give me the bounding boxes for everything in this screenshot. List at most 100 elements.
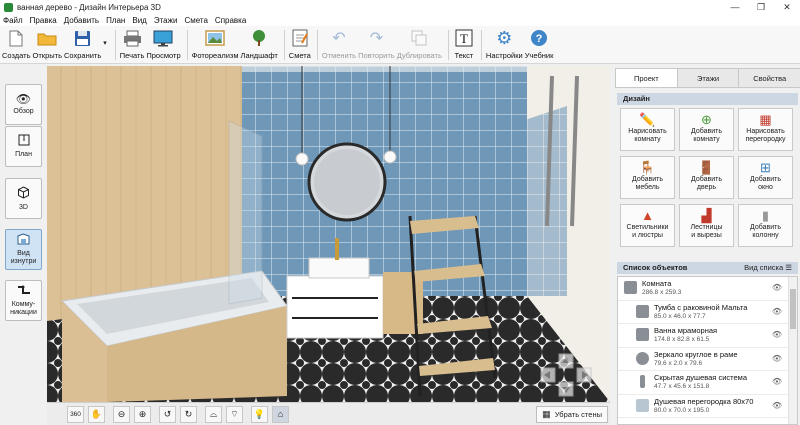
visibility-eye-icon[interactable]: 👁 <box>772 330 782 339</box>
photorealism-button[interactable]: Фотореализм <box>192 26 239 60</box>
close-button[interactable]: ✕ <box>774 2 800 13</box>
estimate-button[interactable]: Смета <box>289 26 311 60</box>
menu-floors[interactable]: Этажи <box>154 16 178 25</box>
draw-partition-label-2: перегородку <box>745 136 786 143</box>
add-window-label-1: Добавить <box>750 176 781 183</box>
zoom-in-button[interactable]: ⊕ <box>134 405 151 423</box>
app-logo-icon <box>4 2 13 12</box>
object-dimensions: 174.8 x 82.8 x 61.5 <box>654 336 710 343</box>
menu-file[interactable]: Файл <box>3 16 23 25</box>
draw-room-label-1: Нарисовать <box>628 128 667 135</box>
add-furniture-button[interactable]: 🪑 Добавить мебель <box>620 156 675 199</box>
3d-viewport[interactable] <box>47 66 610 402</box>
add-room-button[interactable]: ⊕ Добавить комнату <box>679 108 734 151</box>
rotate-360-button[interactable]: 360 <box>67 405 84 423</box>
tilt-down-button[interactable]: ⌔ <box>226 405 243 423</box>
preview-button[interactable]: Просмотр <box>146 26 181 60</box>
inside-view-button[interactable]: Вид изнутри <box>5 229 42 270</box>
add-window-button[interactable]: ⊞ Добавить окно <box>738 156 793 199</box>
bathroom-3d-scene[interactable] <box>47 66 610 402</box>
text-button[interactable]: T Текст <box>453 26 475 60</box>
lights-label-2: и люстры <box>632 232 663 239</box>
create-button[interactable]: Создать <box>2 26 31 60</box>
print-button[interactable]: Печать <box>120 26 144 60</box>
add-column-label-2: колонну <box>752 232 779 239</box>
list-item[interactable]: Зеркало круглое в раме 79.6 x 2.0 x 79.6… <box>618 348 797 371</box>
menu-estimate[interactable]: Смета <box>184 16 207 25</box>
view-list-toggle[interactable]: Вид списка ☰ <box>744 262 792 274</box>
settings-button[interactable]: ⚙ Настройки <box>486 26 523 61</box>
tilt-down-icon: ⌔ <box>230 408 239 419</box>
tilt-up-button[interactable]: ⌓ <box>205 405 222 423</box>
right-panel: Проект Этажи Свойства Дизайн ✏️ Нарисова… <box>615 66 800 425</box>
door-icon: 🚪 <box>698 160 715 175</box>
list-item[interactable]: Комната 286.8 x 259.3 👁 <box>618 277 797 301</box>
window-icon: ⊞ <box>760 160 771 175</box>
tab-properties[interactable]: Свойства <box>738 68 800 87</box>
draw-partition-button[interactable]: ▦ Нарисовать перегородку <box>738 108 793 151</box>
draw-room-button[interactable]: ✏️ Нарисовать комнату <box>620 108 675 151</box>
stairs-button[interactable]: ▟ Лестницы и вырезы <box>679 204 734 247</box>
pipes-icon <box>17 284 31 299</box>
add-room-label-2: комнату <box>693 136 720 143</box>
draw-room-label-2: комнату <box>634 136 661 143</box>
list-item[interactable]: Ванна мраморная 174.8 x 82.8 x 61.5 👁 <box>618 324 797 348</box>
communications-button[interactable]: Комму-никации <box>5 280 42 321</box>
redo-icon: ↷ <box>369 30 384 47</box>
list-item[interactable]: Тумба с раковиной Мальта 85.0 x 46.0 x 7… <box>618 301 797 324</box>
add-door-button[interactable]: 🚪 Добавить дверь <box>679 156 734 199</box>
home-view-button[interactable]: ⌂ <box>272 405 289 423</box>
remove-walls-button[interactable]: ▦ Убрать стены <box>536 406 608 423</box>
add-room-icon: ⊕ <box>701 112 712 127</box>
list-item[interactable]: Скрытая душевая система 47.7 x 45.6 x 15… <box>618 371 797 395</box>
zoom-out-button[interactable]: ⊖ <box>113 405 130 423</box>
visibility-eye-icon[interactable]: 👁 <box>772 354 782 363</box>
vanity-icon <box>636 304 649 318</box>
rotate-right-button[interactable]: ↻ <box>180 405 197 423</box>
save-button[interactable]: Сохранить <box>64 26 101 60</box>
menu-view[interactable]: Вид <box>132 16 146 25</box>
help-icon: ? <box>528 28 550 48</box>
tab-floors[interactable]: Этажи <box>676 68 740 87</box>
add-column-button[interactable]: ▮ Добавить колонну <box>738 204 793 247</box>
open-button[interactable]: Открыть <box>33 26 62 60</box>
mirror-icon <box>636 351 649 365</box>
save-dropdown-icon[interactable]: ▾ <box>103 39 107 47</box>
maximize-button[interactable]: ❐ <box>748 2 774 13</box>
visibility-eye-icon[interactable]: 👁 <box>772 307 782 316</box>
hand-pan-button[interactable]: ✋ <box>88 405 105 423</box>
object-dimensions: 80.0 x 70.0 x 195.0 <box>654 406 710 414</box>
duplicate-icon <box>408 28 430 48</box>
view-3d-button[interactable]: 3D <box>5 178 42 219</box>
menu-help[interactable]: Справка <box>215 16 246 25</box>
rotate-left-button[interactable]: ↺ <box>159 405 176 423</box>
inside-view-label-2: изнутри <box>10 258 37 265</box>
notepad-icon <box>289 28 311 48</box>
room-icon <box>624 281 637 294</box>
scrollbar-thumb[interactable] <box>790 289 796 329</box>
undo-button[interactable]: ↶ Отменить <box>322 26 356 60</box>
visibility-eye-icon[interactable]: 👁 <box>772 283 782 292</box>
armchair-icon: 🪑 <box>639 160 656 175</box>
stairs-label-2: и вырезы <box>691 232 722 239</box>
column-icon: ▮ <box>761 208 770 223</box>
lighting-button[interactable]: 💡 <box>251 405 268 423</box>
plan-button[interactable]: План <box>5 126 42 167</box>
rotate-360-label: 360 <box>70 410 81 418</box>
tab-project[interactable]: Проект <box>615 68 678 87</box>
duplicate-button[interactable]: Дублировать <box>397 26 442 60</box>
visibility-eye-icon[interactable]: 👁 <box>772 377 782 386</box>
shower-icon <box>640 375 645 388</box>
visibility-eye-icon[interactable]: 👁 <box>772 401 782 410</box>
lights-button[interactable]: ▲ Светильники и люстры <box>620 204 675 247</box>
list-item[interactable]: Душевая перегородка 80x70 80.0 x 70.0 x … <box>618 395 797 418</box>
overview-button[interactable]: 👁 Обзор <box>5 84 42 125</box>
menu-add[interactable]: Добавить <box>64 16 99 25</box>
tutorial-button[interactable]: ? Учебник <box>525 26 553 60</box>
minimize-button[interactable]: — <box>722 2 748 12</box>
menu-edit[interactable]: Правка <box>30 16 57 25</box>
redo-button[interactable]: ↷ Повторить <box>358 26 395 60</box>
objects-scrollbar[interactable] <box>788 277 797 424</box>
menu-plan[interactable]: План <box>106 16 125 25</box>
landscape-button[interactable]: Ландшафт <box>241 26 278 60</box>
